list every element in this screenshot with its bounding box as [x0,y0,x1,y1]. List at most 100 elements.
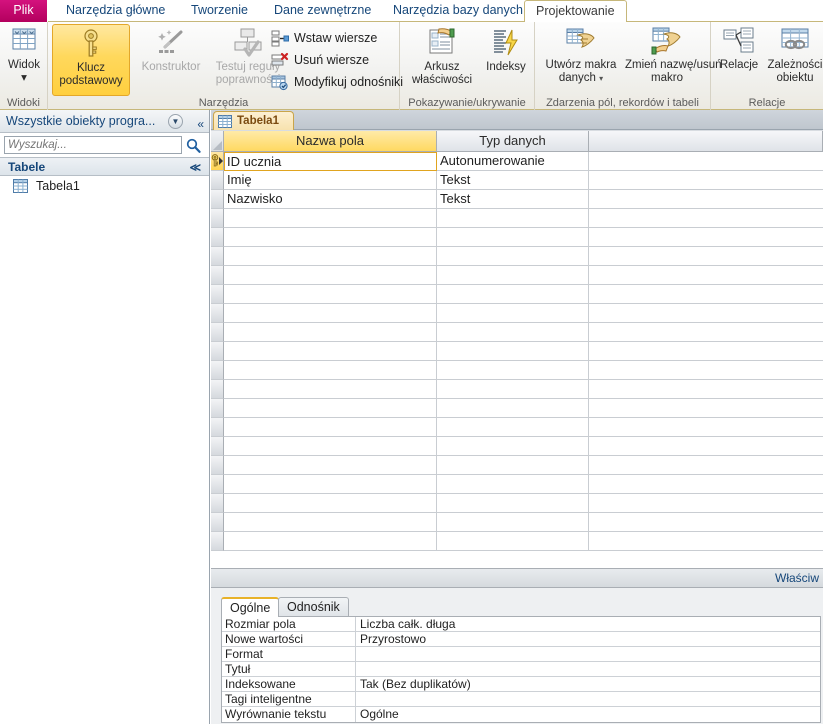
description-cell[interactable] [589,171,823,190]
field-name-cell[interactable] [224,532,437,551]
wstaw-wiersze-button[interactable]: Wstaw wiersze [270,28,377,48]
table-row-empty[interactable] [211,513,823,532]
field-name-cell[interactable]: Nazwisko [224,190,437,209]
row-selector[interactable] [211,513,224,532]
data-type-cell[interactable]: Tekst [437,171,589,190]
data-type-cell[interactable] [437,380,589,399]
data-type-cell[interactable]: Tekst [437,190,589,209]
tab-dane-zewnetrzne[interactable]: Dane zewnętrzne [263,0,382,22]
widok-caret-icon[interactable]: ▾ [2,72,46,85]
data-type-cell[interactable] [437,209,589,228]
property-row[interactable]: Nowe wartości Przyrostowo [222,632,820,647]
property-row[interactable]: Format [222,647,820,662]
property-value[interactable]: Tak (Bez duplikatów) [356,677,820,691]
row-selector[interactable] [211,399,224,418]
nav-group-tabele[interactable]: Tabele ≪ [0,157,209,176]
table-row-empty[interactable] [211,247,823,266]
field-name-cell[interactable] [224,399,437,418]
field-name-cell[interactable] [224,513,437,532]
field-name-cell[interactable] [224,380,437,399]
field-name-cell[interactable]: ID ucznia [224,152,437,171]
property-row[interactable]: Indeksowane Tak (Bez duplikatów) [222,677,820,692]
indeksy-button[interactable]: Indeksy [480,24,532,74]
property-value[interactable]: Przyrostowo [356,632,820,646]
table-row[interactable]: Imię Tekst [211,171,823,190]
field-name-cell[interactable] [224,456,437,475]
data-type-cell[interactable] [437,361,589,380]
property-value[interactable]: Liczba całk. długa [356,617,820,631]
description-cell[interactable] [589,418,823,437]
tab-narzedzia-glowne[interactable]: Narzędzia główne [55,0,176,22]
data-type-cell[interactable] [437,228,589,247]
field-name-cell[interactable] [224,494,437,513]
arkusz-wlasciwosci-button[interactable]: Arkusz właściwości [406,24,478,87]
description-cell[interactable] [589,380,823,399]
data-type-cell[interactable] [437,247,589,266]
table-row[interactable]: Nazwisko Tekst [211,190,823,209]
description-cell[interactable] [589,209,823,228]
description-cell[interactable] [589,475,823,494]
table-row-empty[interactable] [211,361,823,380]
property-row[interactable]: Wyrównanie tekstu Ogólne [222,707,820,722]
field-name-cell[interactable] [224,361,437,380]
field-name-cell[interactable] [224,285,437,304]
tab-projektowanie[interactable]: Projektowanie [524,0,627,23]
data-type-cell[interactable] [437,532,589,551]
row-selector[interactable] [211,418,224,437]
zaleznosci-obiektu-button[interactable]: Zależności obiektu [767,24,823,85]
description-cell[interactable] [589,152,823,171]
tab-narzedzia-bazy-danych[interactable]: Narzędzia bazy danych [382,0,534,22]
table-row-empty[interactable] [211,532,823,551]
property-value[interactable] [356,662,820,676]
description-cell[interactable] [589,285,823,304]
row-selector-primary-key[interactable] [211,152,224,171]
data-type-cell[interactable]: Autonumerowanie [437,152,589,171]
widok-button[interactable]: Widok ▾ [2,24,46,85]
row-selector[interactable] [211,361,224,380]
field-name-cell[interactable] [224,209,437,228]
tab-ogolne[interactable]: Ogólne [221,597,280,617]
data-type-cell[interactable] [437,475,589,494]
data-type-cell[interactable] [437,304,589,323]
description-cell[interactable] [589,513,823,532]
usun-wiersze-button[interactable]: Usuń wiersze [270,50,369,70]
description-cell[interactable] [589,190,823,209]
data-type-cell[interactable] [437,342,589,361]
double-chevron-up-icon[interactable]: ≪ [189,159,201,177]
description-cell[interactable] [589,304,823,323]
table-row-empty[interactable] [211,399,823,418]
field-name-cell[interactable]: Imię [224,171,437,190]
modyfikuj-odnosniki-button[interactable]: Modyfikuj odnośniki [270,72,403,92]
table-row-empty[interactable] [211,304,823,323]
property-row[interactable]: Tytuł [222,662,820,677]
property-value[interactable] [356,692,820,706]
table-row-empty[interactable] [211,285,823,304]
description-cell[interactable] [589,361,823,380]
data-type-cell[interactable] [437,513,589,532]
description-cell[interactable] [589,494,823,513]
row-selector[interactable] [211,266,224,285]
field-name-cell[interactable] [224,228,437,247]
data-type-cell[interactable] [437,266,589,285]
table-row-empty[interactable] [211,342,823,361]
search-icon[interactable] [186,138,201,156]
grid-header-typ-danych[interactable]: Typ danych [437,131,589,152]
field-name-cell[interactable] [224,437,437,456]
data-type-cell[interactable] [437,494,589,513]
search-input[interactable] [4,136,182,154]
utworz-makra-danych-button[interactable]: Utwórz makra danych ▾ [539,24,623,85]
field-name-cell[interactable] [224,304,437,323]
nav-item-tabela1[interactable]: Tabela1 [0,176,209,197]
navigation-pane-header[interactable]: Wszystkie obiekty progra... ▼ « [0,110,209,133]
description-cell[interactable] [589,399,823,418]
description-cell[interactable] [589,266,823,285]
table-row[interactable]: ID ucznia Autonumerowanie [211,152,823,171]
grid-header-opis[interactable] [589,131,823,152]
table-row-empty[interactable] [211,475,823,494]
data-type-cell[interactable] [437,399,589,418]
row-selector[interactable] [211,285,224,304]
utworz-makra-caret-icon[interactable]: ▾ [599,74,603,83]
row-selector[interactable] [211,247,224,266]
grid-header-nazwa-pola[interactable]: Nazwa pola [224,131,437,152]
row-selector[interactable] [211,456,224,475]
